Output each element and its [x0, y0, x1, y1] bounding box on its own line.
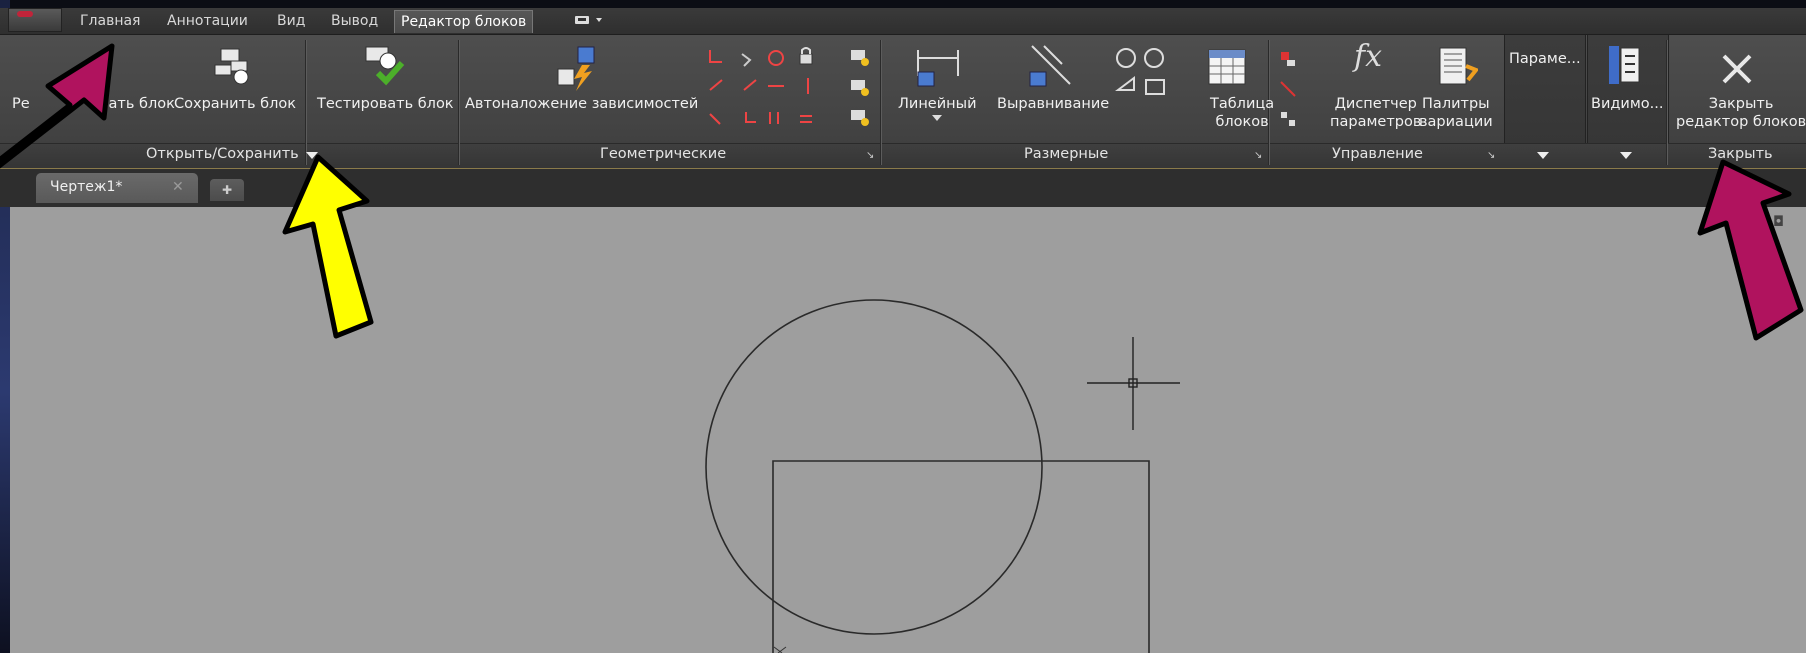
magenta-arrow-left: [0, 43, 115, 169]
drawing-overlay: [0, 43, 1804, 653]
rectangle-geometry: [772, 460, 1150, 653]
crosshair-cursor: [1087, 337, 1180, 430]
yellow-arrow: [282, 154, 374, 339]
autocad-window: Главная Аннотации Вид Вывод Редактор бло…: [0, 0, 1806, 653]
circle-geometry: [705, 299, 1043, 635]
magenta-arrow-right: [1697, 159, 1804, 341]
